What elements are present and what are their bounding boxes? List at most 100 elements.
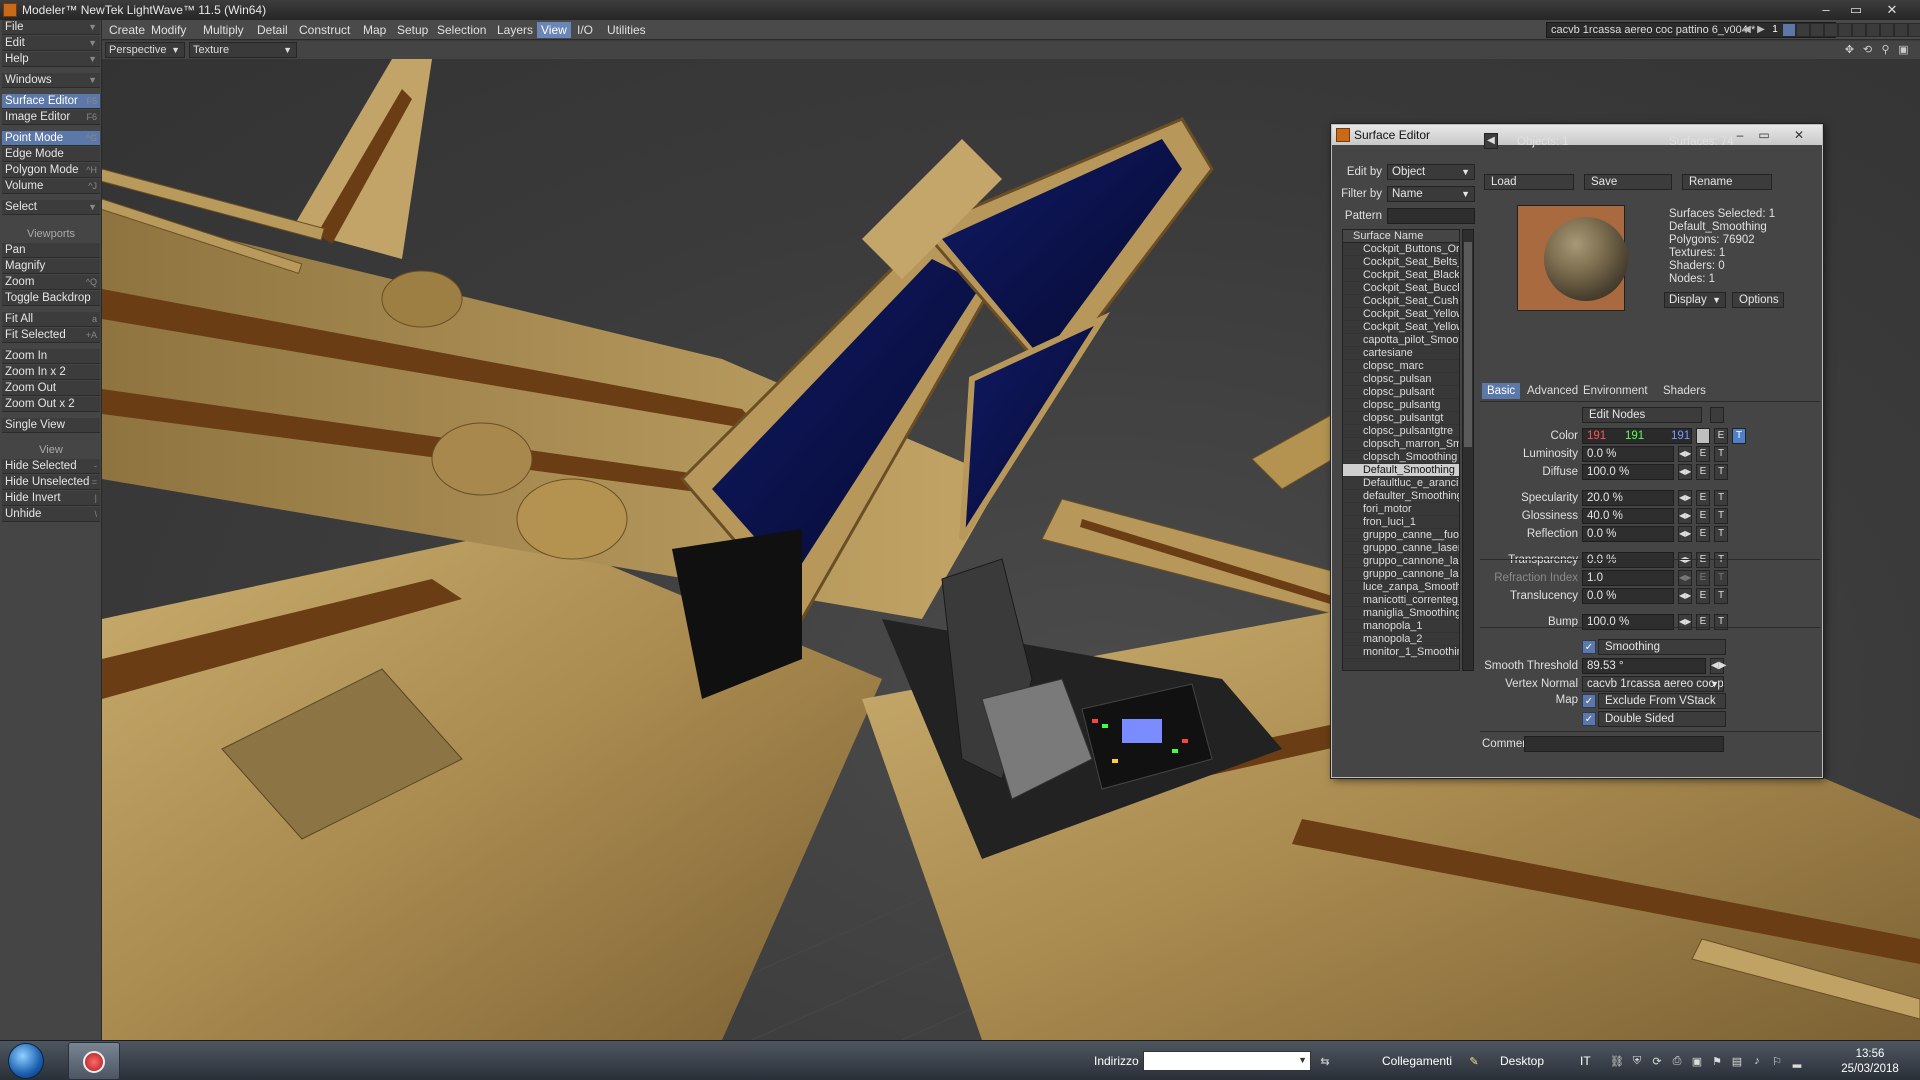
surface-tab-environment[interactable]: Environment — [1578, 383, 1653, 399]
reflection-slider-icon[interactable]: ◀▶ — [1678, 526, 1692, 542]
device-icon[interactable]: ▣ — [1690, 1055, 1704, 1068]
diffuse-slider-icon[interactable]: ◀▶ — [1678, 464, 1692, 480]
double-sided-checkbox[interactable]: ✓ — [1582, 712, 1596, 726]
go-arrow-icon[interactable]: ⇆ — [1318, 1055, 1332, 1068]
surface-list-item[interactable]: Cockpit_Seat_Buccles_Smoothing — [1343, 282, 1459, 295]
move-view-icon[interactable]: ✥ — [1842, 43, 1857, 57]
pen-icon[interactable]: ✎ — [1464, 1055, 1484, 1068]
zoom-out-x2-button[interactable]: Zoom Out x 2 — [2, 397, 100, 412]
toggle-backdrop-button[interactable]: Toggle Backdrop — [2, 291, 100, 306]
color-swatch[interactable] — [1696, 428, 1710, 444]
surface-list-item[interactable]: clopsc_pulsantg — [1343, 399, 1459, 412]
render-mode-dropdown[interactable]: Texture ▼ — [189, 42, 297, 58]
zoom-in-button[interactable]: Zoom In — [2, 349, 100, 364]
collapse-arrow-icon[interactable]: ◀ — [1484, 133, 1498, 149]
layer-bank-cell[interactable] — [1824, 23, 1838, 37]
zoom-view-icon[interactable]: ⚲ — [1878, 43, 1893, 57]
specularity-envelope-button[interactable]: E — [1696, 490, 1710, 506]
threshold-slider-icon[interactable]: ◀▶ — [1710, 658, 1726, 674]
surface-list-item[interactable]: Cockpit_Seat_Belts_Smoothing — [1343, 256, 1459, 269]
surface-list-item[interactable]: Defaultluc_e_arancin_Sm — [1343, 477, 1459, 490]
surface-editor-titlebar[interactable]: Surface Editor – ▭ ✕ — [1332, 125, 1822, 145]
flag-icon[interactable]: ⚑ — [1710, 1055, 1724, 1068]
unhide-button[interactable]: Unhide \ — [2, 507, 100, 522]
menu-tab-view[interactable]: View — [537, 22, 571, 38]
menu-tab-io[interactable]: I/O — [573, 22, 597, 38]
scrollbar-thumb[interactable] — [1464, 242, 1472, 447]
links-toolbar[interactable]: Collegamenti — [1382, 1054, 1452, 1068]
glossiness-slider-icon[interactable]: ◀▶ — [1678, 508, 1692, 524]
translucency-input[interactable]: 0.0 % — [1582, 588, 1674, 604]
surface-list-item[interactable]: clopsc_marc — [1343, 360, 1459, 373]
color-rgb-field[interactable]: 191 191 191 — [1582, 428, 1692, 444]
edit-menu-button[interactable]: Edit ▼ — [2, 36, 100, 51]
next-layer-arrow-icon[interactable]: ▶ — [1754, 22, 1768, 38]
action-center-icon[interactable]: ⚐ — [1770, 1055, 1784, 1068]
node-toggle-checkbox[interactable] — [1710, 407, 1724, 423]
options-button[interactable]: Options — [1732, 292, 1784, 308]
edit-by-dropdown[interactable]: Object ▼ — [1387, 164, 1475, 180]
windows-menu-button[interactable]: Windows ▼ — [2, 73, 100, 88]
save-button[interactable]: Save — [1584, 174, 1672, 190]
polygon-mode-button[interactable]: Polygon Mode ^H — [2, 163, 100, 178]
surface-list-item[interactable]: capotta_pilot_Smoothing — [1343, 334, 1459, 347]
reflection-input[interactable]: 0.0 % — [1582, 526, 1674, 542]
layer-bank-cell[interactable] — [1866, 23, 1880, 37]
reflection-envelope-button[interactable]: E — [1696, 526, 1710, 542]
printer-icon[interactable]: ⎙ — [1670, 1055, 1684, 1067]
glossiness-texture-button[interactable]: T — [1714, 508, 1728, 524]
zoom-out-button[interactable]: Zoom Out — [2, 381, 100, 396]
maximize-button[interactable]: ▭ — [1752, 125, 1776, 145]
desktop-toolbar[interactable]: Desktop — [1500, 1054, 1544, 1068]
signal-icon[interactable]: ▂ — [1790, 1055, 1804, 1068]
close-button[interactable]: ✕ — [1879, 0, 1905, 20]
menu-tab-create[interactable]: Create — [105, 22, 149, 38]
surface-list-item[interactable]: gruppo_canne__fuoco_S — [1343, 529, 1459, 542]
zoom-in-x2-button[interactable]: Zoom In x 2 — [2, 365, 100, 380]
volume-button[interactable]: Volume ^J — [2, 179, 100, 194]
layer-bank-cell[interactable] — [1852, 23, 1866, 37]
color-texture-button[interactable]: T — [1732, 428, 1746, 444]
point-mode-button[interactable]: Point Mode ^G — [2, 131, 100, 146]
vertex-normal-map-dropdown[interactable]: cacvb 1rcassa aereo coc patti...▼ — [1582, 676, 1724, 692]
surface-list-item[interactable]: clopsch_marron_Smooth — [1343, 438, 1459, 451]
image-editor-button[interactable]: Image Editor F6 — [2, 110, 100, 125]
surface-list-item[interactable]: defaulter_Smoothing — [1343, 490, 1459, 503]
address-input[interactable]: ▼ — [1143, 1051, 1311, 1071]
hide-unselected-button[interactable]: Hide Unselected = — [2, 475, 100, 490]
single-view-button[interactable]: Single View — [2, 418, 100, 433]
surface-list-item[interactable]: clopsch_Smoothing — [1343, 451, 1459, 464]
surface-tab-advanced[interactable]: Advanced — [1522, 383, 1583, 399]
maximize-view-icon[interactable]: ▣ — [1896, 43, 1911, 57]
exclude-vstack-checkbox[interactable]: ✓ — [1582, 694, 1596, 708]
file-menu-button[interactable]: File ▼ — [2, 20, 100, 35]
menu-tab-construct[interactable]: Construct — [295, 22, 354, 38]
surface-list-item[interactable]: Cockpit_Seat_Cushions_Smoothing — [1343, 295, 1459, 308]
surface-list-item[interactable]: cartesiane — [1343, 347, 1459, 360]
glossiness-envelope-button[interactable]: E — [1696, 508, 1710, 524]
speaker-icon[interactable]: ♪ — [1750, 1055, 1764, 1067]
double-sided-option[interactable]: Double Sided — [1598, 711, 1726, 727]
translucency-texture-button[interactable]: T — [1714, 588, 1728, 604]
surface-list-item[interactable]: Cockpit_Seat_Yellow_Bl — [1343, 308, 1459, 321]
surface-list-item[interactable]: gruppo_cannone_laseref — [1343, 568, 1459, 581]
diffuse-input[interactable]: 100.0 % — [1582, 464, 1674, 480]
shield-icon[interactable]: ⛨ — [1630, 1055, 1644, 1067]
prev-layer-arrow-icon[interactable]: ◀ — [1740, 22, 1754, 38]
specularity-texture-button[interactable]: T — [1714, 490, 1728, 506]
surface-list-item[interactable]: Default_Smoothing — [1343, 464, 1459, 477]
layer-bank-cell[interactable] — [1782, 23, 1796, 37]
help-menu-button[interactable]: Help ▼ — [2, 52, 100, 67]
start-button[interactable] — [8, 1043, 44, 1079]
hide-invert-button[interactable]: Hide Invert | — [2, 491, 100, 506]
glossiness-input[interactable]: 40.0 % — [1582, 508, 1674, 524]
system-clock[interactable]: 13:56 25/03/2018 — [1830, 1047, 1910, 1077]
luminosity-slider-icon[interactable]: ◀▶ — [1678, 446, 1692, 462]
translucency-envelope-button[interactable]: E — [1696, 588, 1710, 604]
layer-bank-cell[interactable] — [1810, 23, 1824, 37]
select-menu-button[interactable]: Select ▼ — [2, 200, 100, 215]
surface-list-scrollbar[interactable] — [1462, 229, 1474, 671]
restore-button[interactable]: ▭ — [1843, 0, 1869, 20]
surface-list-item[interactable]: fron_luci_1 — [1343, 516, 1459, 529]
smooth-threshold-input[interactable]: 89.53 ° — [1582, 658, 1706, 674]
